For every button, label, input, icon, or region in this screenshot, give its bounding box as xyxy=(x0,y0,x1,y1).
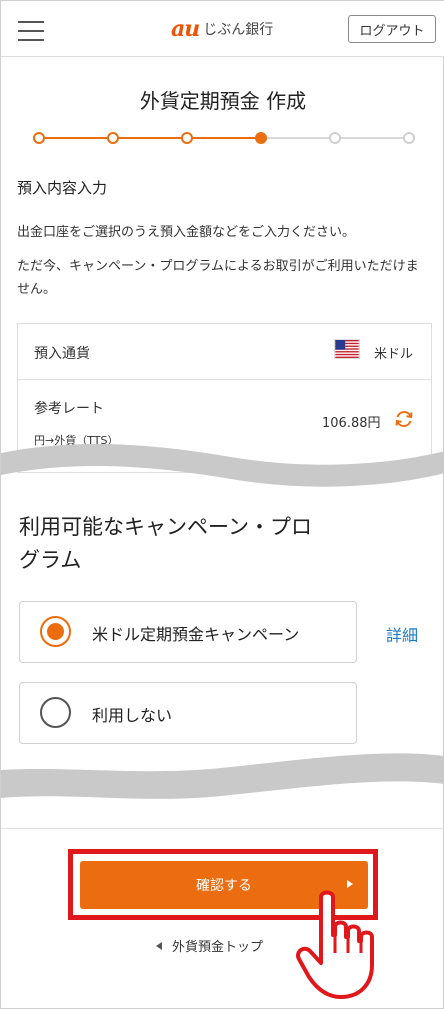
currency-row: 預入通貨 米ドル xyxy=(18,324,431,380)
confirm-label: 確認する xyxy=(196,878,252,894)
radio-unchecked-icon[interactable] xyxy=(40,697,71,728)
detail-link[interactable]: 詳細 xyxy=(386,622,418,646)
step-connector xyxy=(187,137,261,139)
currency-label: 預入通貨 xyxy=(34,346,90,362)
campaign-title: 利用可能なキャンペーン・プログラム xyxy=(19,515,312,572)
radio-checked-icon[interactable] xyxy=(40,616,71,647)
step-connector xyxy=(261,137,335,139)
instruction-text: 出金口座をご選択のうえ預入金額などをご入力ください。 xyxy=(17,225,356,240)
step-dot xyxy=(255,132,267,144)
brand-logo: au じぶん銀行 xyxy=(171,16,274,42)
step-dot xyxy=(33,132,45,144)
step-connector xyxy=(113,137,187,139)
back-to-top-link[interactable]: 外貨預金トップ xyxy=(156,936,263,955)
currency-value: 米ドル xyxy=(374,347,414,362)
progress-stepper xyxy=(33,128,415,148)
divider xyxy=(1,828,444,829)
notice-text: ただ今、キャンペーン・プログラムによるお取引がご利用いただけません。 xyxy=(17,259,419,297)
rate-value: 106.88円 xyxy=(322,416,381,431)
step-connector xyxy=(39,137,113,139)
step-dot xyxy=(403,132,415,144)
logout-button[interactable]: ログアウト xyxy=(348,15,436,43)
wave-divider-bottom xyxy=(1,753,444,799)
menu-icon[interactable] xyxy=(18,19,44,43)
step-dot xyxy=(329,132,341,144)
step-dot xyxy=(107,132,119,144)
app-frame: au じぶん銀行 ログアウト 外貨定期預金 作成 預入内容入力 出金口座をご選択… xyxy=(0,0,444,1009)
step-dot xyxy=(181,132,193,144)
step-connector xyxy=(335,137,409,139)
campaign-option-usd[interactable]: 米ドル定期預金キャンペーン xyxy=(19,601,357,663)
pointing-hand-icon xyxy=(296,890,374,999)
rate-label: 参考レート xyxy=(34,401,104,417)
header: au じぶん銀行 ログアウト xyxy=(1,1,444,57)
wave-divider-top xyxy=(1,444,444,487)
campaign-option-none[interactable]: 利用しない xyxy=(19,682,357,744)
arrow-right-icon xyxy=(347,880,353,888)
option-label: 米ドル定期預金キャンペーン xyxy=(92,625,300,644)
brand-name: じぶん銀行 xyxy=(203,22,274,38)
us-flag-icon xyxy=(334,339,360,359)
option-label: 利用しない xyxy=(92,706,173,725)
back-label: 外貨預金トップ xyxy=(172,940,264,955)
brand-au: au xyxy=(171,16,200,42)
arrow-left-icon xyxy=(156,941,162,950)
page-title: 外貨定期預金 作成 xyxy=(139,89,307,113)
refresh-icon[interactable] xyxy=(393,408,415,430)
section-heading: 預入内容入力 xyxy=(17,179,108,197)
